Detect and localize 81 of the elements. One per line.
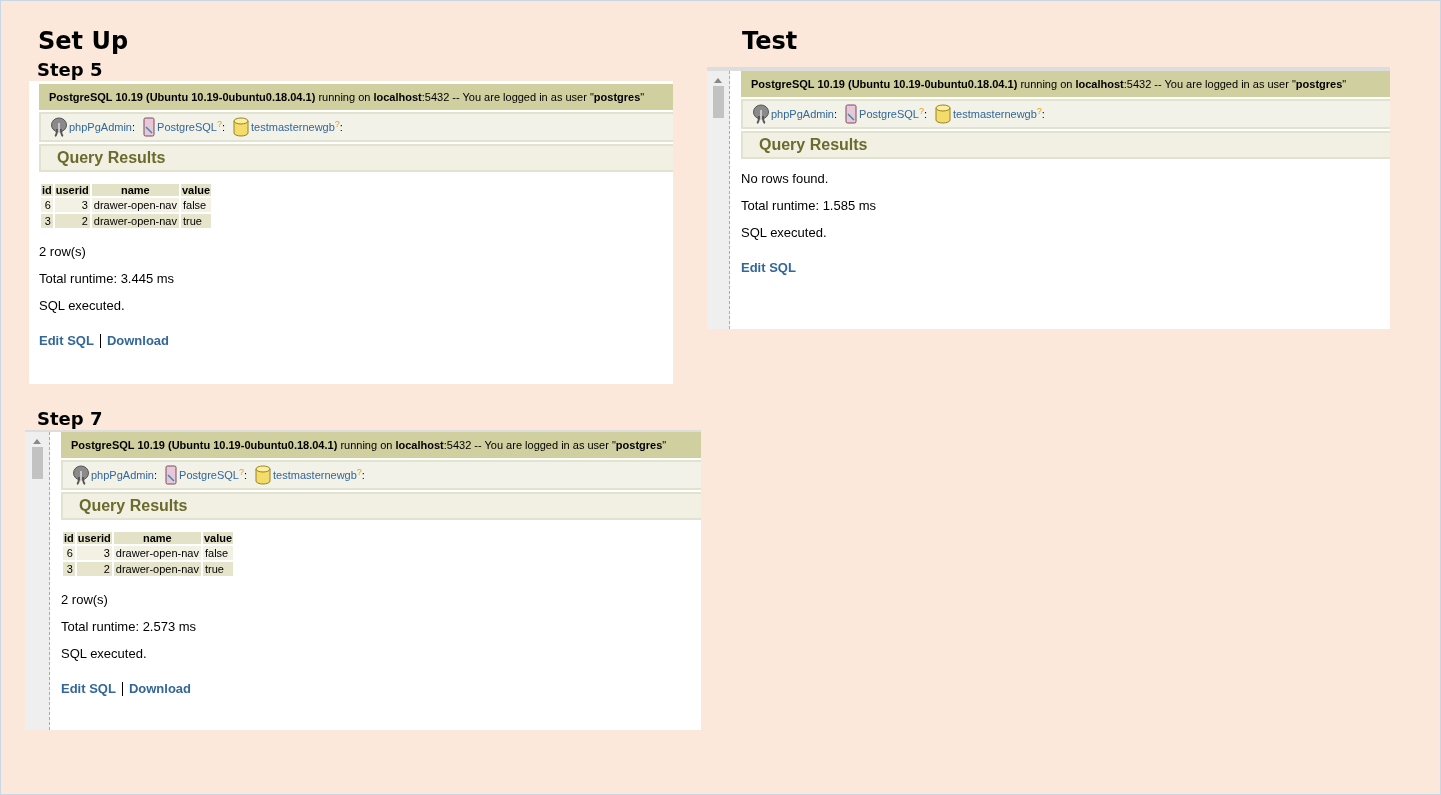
status-message: SQL executed. — [39, 298, 126, 313]
scrollbar[interactable] — [25, 432, 50, 730]
section-title: Query Results — [741, 131, 1390, 159]
server-info-bar: PostgreSQL 10.19 (Ubuntu 10.19-0ubuntu0.18.04.1) running on localhost:5432 -- You are logged in as user "postgres" — [61, 432, 701, 458]
table-cell: 3 — [41, 214, 53, 228]
column-header: name — [91, 184, 179, 196]
status-message: No rows found. — [741, 171, 830, 186]
action-link[interactable]: Download — [128, 681, 191, 696]
breadcrumb-link[interactable]: testmasternewgb — [251, 121, 335, 133]
separator-colon: : — [339, 121, 343, 133]
separator-colon: : — [924, 108, 928, 120]
separator-colon: : — [361, 469, 365, 481]
table-cell: 2 — [54, 214, 90, 228]
column-header: value — [180, 184, 212, 196]
breadcrumb-link[interactable]: PostgreSQL — [157, 121, 217, 133]
status-message: SQL executed. — [61, 646, 148, 661]
action-link[interactable]: Edit SQL — [61, 681, 116, 696]
separator-colon: : — [154, 469, 158, 481]
breadcrumb-link[interactable]: testmasternewgb — [953, 108, 1037, 120]
server-info-bar: PostgreSQL 10.19 (Ubuntu 10.19-0ubuntu0.18.04.1) running on localhost:5432 -- You are logged in as user "postgres" — [39, 84, 673, 110]
separator-colon: : — [1041, 108, 1045, 120]
table-cell: true — [180, 214, 212, 228]
table-cell: 2 — [76, 562, 112, 576]
database-icon — [233, 117, 250, 137]
breadcrumb-link[interactable]: PostgreSQL — [859, 108, 919, 120]
column-header: name — [113, 532, 201, 544]
table-cell: 6 — [41, 198, 53, 212]
elephant-icon — [51, 117, 67, 137]
action-link[interactable]: Edit SQL — [741, 260, 796, 275]
step-heading: Step 5 — [37, 59, 104, 81]
breadcrumb-link[interactable]: testmasternewgb — [273, 469, 357, 481]
table-cell: drawer-open-nav — [113, 546, 201, 560]
elephant-icon — [753, 104, 769, 124]
scrollbar[interactable] — [707, 71, 730, 329]
table-cell: 3 — [76, 546, 112, 560]
server-icon — [165, 465, 178, 485]
table-cell: false — [202, 546, 234, 560]
database-icon — [935, 104, 952, 124]
scroll-up-icon[interactable] — [33, 438, 41, 444]
separator-colon: : — [834, 108, 838, 120]
elephant-icon — [73, 465, 89, 485]
table-cell: 3 — [54, 198, 90, 212]
table-cell: false — [180, 198, 212, 212]
status-message: 2 row(s) — [39, 244, 87, 259]
server-icon — [143, 117, 156, 137]
separator-colon: : — [222, 121, 226, 133]
status-message: Total runtime: 1.585 ms — [741, 198, 878, 213]
status-message: SQL executed. — [741, 225, 828, 240]
step-heading: Step 7 — [37, 408, 104, 430]
status-message: Total runtime: 3.445 ms — [39, 271, 176, 286]
breadcrumb-link[interactable]: phpPgAdmin — [69, 121, 132, 133]
section-heading: Set Up — [38, 27, 130, 55]
column-header: userid — [54, 184, 90, 196]
separator-colon: : — [132, 121, 136, 133]
table-cell: 3 — [63, 562, 75, 576]
section-title: Query Results — [39, 144, 673, 172]
status-message: Total runtime: 2.573 ms — [61, 619, 198, 634]
table-cell: 6 — [63, 546, 75, 560]
column-header: id — [41, 184, 53, 196]
column-header: id — [63, 532, 75, 544]
separator-colon: : — [244, 469, 248, 481]
scrollbar-thumb[interactable] — [31, 447, 43, 479]
server-info-bar: PostgreSQL 10.19 (Ubuntu 10.19-0ubuntu0.18.04.1) running on localhost:5432 -- You are logged in as user "postgres" — [741, 71, 1390, 97]
scrollbar-thumb[interactable] — [712, 86, 724, 118]
table-cell: drawer-open-nav — [91, 198, 179, 212]
database-icon — [255, 465, 272, 485]
server-icon — [845, 104, 858, 124]
action-link[interactable]: Edit SQL — [39, 333, 94, 348]
breadcrumb-link[interactable]: phpPgAdmin — [771, 108, 834, 120]
table-cell: drawer-open-nav — [91, 214, 179, 228]
scroll-up-icon[interactable] — [714, 77, 722, 83]
breadcrumb-link[interactable]: PostgreSQL — [179, 469, 239, 481]
action-link[interactable]: Download — [106, 333, 169, 348]
section-title: Query Results — [61, 492, 701, 520]
column-header: userid — [76, 532, 112, 544]
status-message: 2 row(s) — [61, 592, 109, 607]
table-cell: drawer-open-nav — [113, 562, 201, 576]
table-cell: true — [202, 562, 234, 576]
column-header: value — [202, 532, 234, 544]
section-heading: Test — [742, 27, 799, 55]
breadcrumb-link[interactable]: phpPgAdmin — [91, 469, 154, 481]
